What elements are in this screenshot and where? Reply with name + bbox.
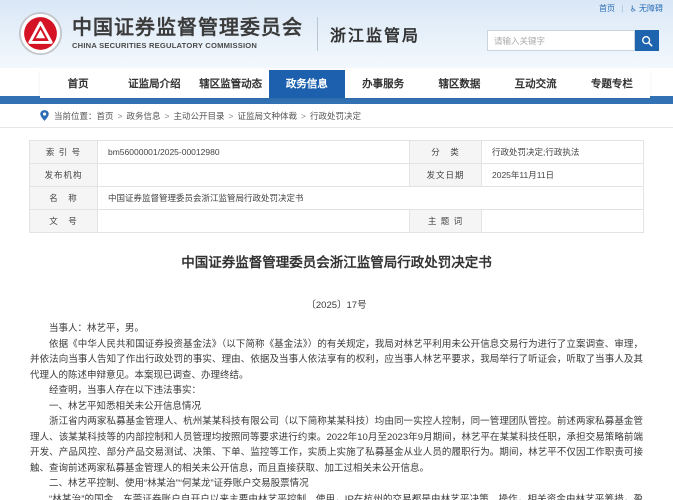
table-row: 索 引 号 bm56000001/2025-00012980 分 类 行政处罚决… (30, 141, 644, 164)
nav-item-district-data[interactable]: 辖区数据 (421, 70, 497, 98)
meta-issuer-label: 发布机构 (30, 164, 98, 187)
table-row: 名 称 中国证券监督管理委员会浙江监管局行政处罚决定书 (30, 187, 644, 210)
meta-name-value: 中国证券监督管理委员会浙江监管局行政处罚决定书 (98, 187, 644, 210)
topbar-divider: | (621, 4, 623, 13)
accessibility-icon: ♿ (630, 4, 637, 13)
nav-item-regulatory-news[interactable]: 辖区监管动态 (193, 70, 269, 98)
search-bar (487, 30, 659, 51)
meta-name-label: 名 称 (30, 187, 98, 210)
document-meta-table: 索 引 号 bm56000001/2025-00012980 分 类 行政处罚决… (29, 140, 644, 233)
breadcrumb-separator: > (165, 111, 170, 121)
breadcrumb-separator: > (301, 111, 306, 121)
org-name-cn: 中国证券监督管理委员会 (72, 17, 303, 39)
document-paragraph: 一、林艺平知悉相关未公开信息情况 (30, 399, 643, 415)
search-button[interactable] (635, 30, 659, 51)
nav-card: 首页 证监局介绍 辖区监管动态 政务信息 办事服务 辖区数据 互动交流 专题专栏 (40, 70, 650, 98)
breadcrumb-separator: > (118, 111, 123, 121)
meta-date-value: 2025年11月11日 (482, 164, 644, 187)
document-paragraph: 依据《中华人民共和国证券投资基金法》（以下简称《基金法》）的有关规定，我局对林艺… (30, 337, 643, 384)
brand-divider (317, 17, 318, 51)
document-paragraph: “林某治”的国金、东莞证券账户自开户以来主要由林艺平控制、使用，IP在杭州的交易… (30, 492, 643, 500)
document-body: 中国证券监督管理委员会浙江监管局行政处罚决定书 〔2025〕17号 当事人：林艺… (0, 251, 673, 500)
brand: 中国证券监督管理委员会 CHINA SECURITIES REGULATORY … (18, 11, 420, 56)
document-paragraph: 经查明，当事人存在以下违法事实： (30, 383, 643, 399)
breadcrumb: 当前位置： 首页 > 政务信息 > 主动公开目录 > 证监局文种体裁 > 行政处… (0, 104, 673, 128)
org-name-en: CHINA SECURITIES REGULATORY COMMISSION (72, 41, 303, 50)
location-pin-icon (40, 110, 49, 121)
document-paragraphs: 当事人：林艺平，男。 依据《中华人民共和国证券投资基金法》（以下简称《基金法》）… (30, 321, 643, 500)
document-paragraph: 二、林艺平控制、使用“林某治”“何某龙”证券账户交易股票情况 (30, 476, 643, 492)
nav-item-services[interactable]: 办事服务 (345, 70, 421, 98)
bureau-name: 浙江监管局 (330, 22, 420, 46)
breadcrumb-separator: > (229, 111, 234, 121)
nav-item-bureau-intro[interactable]: 证监局介绍 (116, 70, 192, 98)
table-row: 文 号 主 题 词 (30, 210, 644, 233)
org-title-block: 中国证券监督管理委员会 CHINA SECURITIES REGULATORY … (72, 17, 303, 50)
page-title: 中国证券监督管理委员会浙江监管局行政处罚决定书 (30, 251, 643, 271)
site-header: 首页 | ♿ 无障碍 中国证券监督管理委员会 CHINA SECURITIES … (0, 0, 673, 68)
meta-category-value: 行政处罚决定;行政执法 (482, 141, 644, 164)
breadcrumb-open-directory[interactable]: 主动公开目录 (173, 110, 224, 122)
breadcrumb-label: 当前位置： (54, 110, 97, 122)
search-icon (641, 35, 653, 47)
meta-docno-label: 文 号 (30, 210, 98, 233)
nav-item-home[interactable]: 首页 (40, 70, 116, 98)
accessibility-link[interactable]: 无障碍 (639, 4, 663, 13)
search-input[interactable] (487, 30, 635, 51)
breadcrumb-gov-info[interactable]: 政务信息 (127, 110, 161, 122)
utility-bar: 首页 | ♿ 无障碍 (599, 3, 663, 14)
meta-index-value: bm56000001/2025-00012980 (98, 141, 410, 164)
page: 首页 | ♿ 无障碍 中国证券监督管理委员会 CHINA SECURITIES … (0, 0, 673, 500)
nav-item-special-topics[interactable]: 专题专栏 (574, 70, 650, 98)
meta-date-label: 发文日期 (410, 164, 482, 187)
document-paragraph: 浙江省内两家私募基金管理人、杭州某某科技有限公司（以下简称某某科技）均由同一实控… (30, 414, 643, 476)
table-row: 发布机构 发文日期 2025年11月11日 (30, 164, 644, 187)
meta-subject-value (482, 210, 644, 233)
document-number: 〔2025〕17号 (30, 297, 643, 311)
meta-category-label: 分 类 (410, 141, 482, 164)
breadcrumb-home[interactable]: 首页 (97, 110, 114, 122)
meta-issuer-value (98, 164, 410, 187)
nav-item-interaction[interactable]: 互动交流 (498, 70, 574, 98)
nav-item-gov-info[interactable]: 政务信息 (269, 70, 345, 98)
breadcrumb-penalty-decision[interactable]: 行政处罚决定 (310, 110, 361, 122)
meta-docno-value (98, 210, 410, 233)
topbar-home-link[interactable]: 首页 (599, 4, 615, 13)
meta-index-label: 索 引 号 (30, 141, 98, 164)
meta-subject-label: 主 题 词 (410, 210, 482, 233)
document-paragraph: 当事人：林艺平，男。 (30, 321, 643, 337)
csrc-logo-icon (18, 11, 63, 56)
main-nav: 首页 证监局介绍 辖区监管动态 政务信息 办事服务 辖区数据 互动交流 专题专栏 (0, 68, 673, 104)
breadcrumb-doc-genre[interactable]: 证监局文种体裁 (237, 110, 297, 122)
